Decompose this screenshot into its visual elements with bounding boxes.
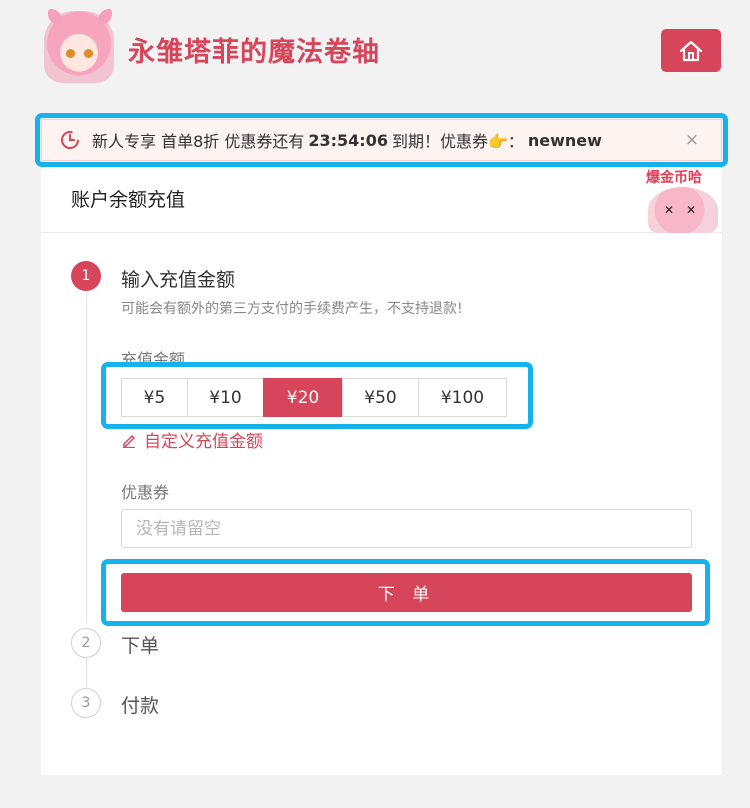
home-button[interactable] (661, 29, 721, 72)
avatar-ear (48, 9, 62, 25)
site-title: 永雏塔菲的魔法卷轴 (128, 37, 380, 68)
notice-text: 新人专享 首单8折 优惠券还有 (92, 132, 305, 151)
avatar-ear (98, 9, 112, 25)
step-2-indicator: 2 (71, 628, 101, 658)
avatar-eye (84, 49, 93, 58)
step-1-title: 输入充值金额 (121, 269, 236, 291)
recharge-card: 账户余额充值 ✕ ✕ 爆金币哈 1 输入充值金额 可能会有额外的第三方支付的手续… (41, 163, 722, 775)
custom-amount-label: 自定义充值金额 (144, 432, 263, 452)
amount-options: ¥5 ¥10 ¥20 ¥50 ¥100 (121, 378, 507, 417)
countdown-timer: 23:54:06 (308, 130, 388, 150)
notice-text: 到期！优惠券👉： (391, 132, 524, 151)
home-icon (679, 40, 703, 61)
edit-icon (123, 434, 135, 448)
amount-option[interactable]: ¥100 (418, 378, 507, 417)
card-title: 账户余额充值 (41, 163, 722, 233)
amount-option-selected[interactable]: ¥20 (263, 378, 343, 417)
step-connector (86, 293, 87, 623)
amount-option[interactable]: ¥10 (187, 378, 264, 417)
coupon-code: newnew (527, 130, 602, 150)
mascot-eye: ✕ (686, 203, 697, 217)
coupon-label: 优惠券 (121, 483, 170, 502)
step-1-indicator: 1 (71, 261, 101, 291)
step-3-indicator: 3 (71, 688, 101, 718)
amount-label: 充值金额 (121, 350, 186, 369)
place-order-button[interactable]: 下 单 (121, 573, 692, 612)
step-2-title: 下单 (121, 635, 160, 657)
amount-option[interactable]: ¥5 (121, 378, 188, 417)
mascot-image: ✕ ✕ 爆金币哈 (642, 165, 722, 235)
avatar (44, 9, 114, 83)
promo-notice: 新人专享 首单8折 优惠券还有 23:54:06 到期！优惠券👉： newnew… (41, 119, 722, 161)
coupon-input[interactable] (121, 509, 692, 548)
custom-amount-link[interactable]: 自定义充值金额 (121, 427, 263, 452)
amount-option[interactable]: ¥50 (342, 378, 419, 417)
step-connector (86, 658, 87, 688)
mascot-eye: ✕ (664, 203, 675, 217)
mascot-body (648, 187, 718, 233)
header: 永雏塔菲的魔法卷轴 (0, 0, 750, 100)
step-3-title: 付款 (121, 695, 160, 717)
clock-icon (61, 131, 79, 149)
mascot-sign: 爆金币哈 (646, 170, 702, 186)
step-1-description: 可能会有额外的第三方支付的手续费产生，不支持退款! (121, 301, 463, 317)
close-icon[interactable]: × (685, 130, 699, 150)
avatar-eye (66, 49, 75, 58)
